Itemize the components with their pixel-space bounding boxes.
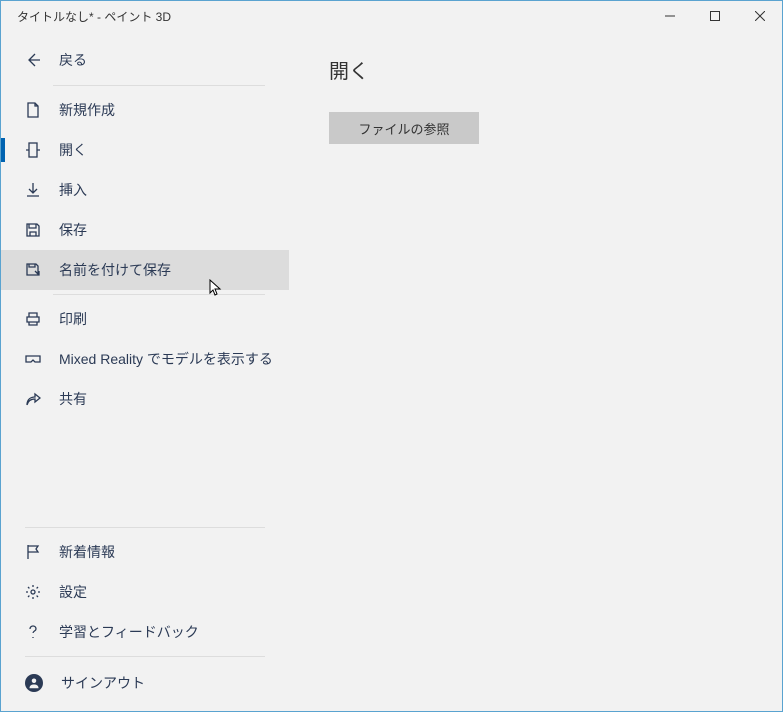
menu-mixed-reality[interactable]: Mixed Reality でモデルを表示する (1, 339, 289, 379)
menu-signout[interactable]: サインアウト (1, 661, 289, 705)
menu-feedback-label: 学習とフィードバック (59, 622, 199, 642)
menu-mr-label: Mixed Reality でモデルを表示する (59, 349, 273, 369)
menu-news-label: 新着情報 (59, 542, 115, 562)
browse-files-label: ファイルの参照 (358, 119, 449, 138)
gear-icon (25, 584, 41, 600)
content-area: 戻る 新規作成 開く 挿入 (1, 31, 782, 711)
menu-save-as-label: 名前を付けて保存 (59, 260, 171, 280)
save-icon (25, 222, 41, 238)
menu-save-label: 保存 (59, 220, 87, 240)
sidebar: 戻る 新規作成 開く 挿入 (1, 31, 289, 711)
close-button[interactable] (737, 1, 782, 31)
divider (25, 527, 265, 528)
menu-insert-label: 挿入 (59, 180, 87, 200)
back-label: 戻る (59, 50, 87, 70)
browse-files-button[interactable]: ファイルの参照 (329, 112, 479, 144)
menu-signout-label: サインアウト (61, 673, 145, 693)
open-icon (25, 142, 41, 158)
main-panel: 開く ファイルの参照 (289, 31, 782, 711)
window-title: タイトルなし* - ペイント 3D (17, 8, 647, 25)
window-controls (647, 1, 782, 31)
divider (53, 85, 265, 86)
app-window: タイトルなし* - ペイント 3D 戻る (0, 0, 783, 712)
document-icon (25, 102, 41, 118)
menu-settings-label: 設定 (59, 582, 87, 602)
menu-print-label: 印刷 (59, 309, 87, 329)
arrow-left-icon (25, 52, 41, 68)
save-as-icon (25, 262, 41, 278)
divider (25, 656, 265, 657)
flag-icon (25, 544, 41, 560)
back-button[interactable]: 戻る (1, 39, 289, 81)
minimize-button[interactable] (647, 1, 692, 31)
menu-feedback[interactable]: 学習とフィードバック (1, 612, 289, 652)
menu-new[interactable]: 新規作成 (1, 90, 289, 130)
share-icon (25, 391, 41, 407)
menu-share[interactable]: 共有 (1, 379, 289, 419)
main-heading: 開く (329, 55, 742, 84)
menu-settings[interactable]: 設定 (1, 572, 289, 612)
print-icon (25, 311, 41, 327)
menu-print[interactable]: 印刷 (1, 299, 289, 339)
menu-save[interactable]: 保存 (1, 210, 289, 250)
menu-open-label: 開く (59, 140, 87, 160)
user-icon (25, 674, 43, 692)
menu-new-label: 新規作成 (59, 100, 115, 120)
titlebar: タイトルなし* - ペイント 3D (1, 1, 782, 31)
menu-insert[interactable]: 挿入 (1, 170, 289, 210)
vr-icon (25, 351, 41, 367)
insert-icon (25, 182, 41, 198)
menu-news[interactable]: 新着情報 (1, 532, 289, 572)
spacer (1, 419, 289, 523)
divider (53, 294, 265, 295)
menu-open[interactable]: 開く (1, 130, 289, 170)
menu-share-label: 共有 (59, 389, 87, 409)
help-icon (25, 624, 41, 640)
menu-save-as[interactable]: 名前を付けて保存 (1, 250, 289, 290)
maximize-button[interactable] (692, 1, 737, 31)
